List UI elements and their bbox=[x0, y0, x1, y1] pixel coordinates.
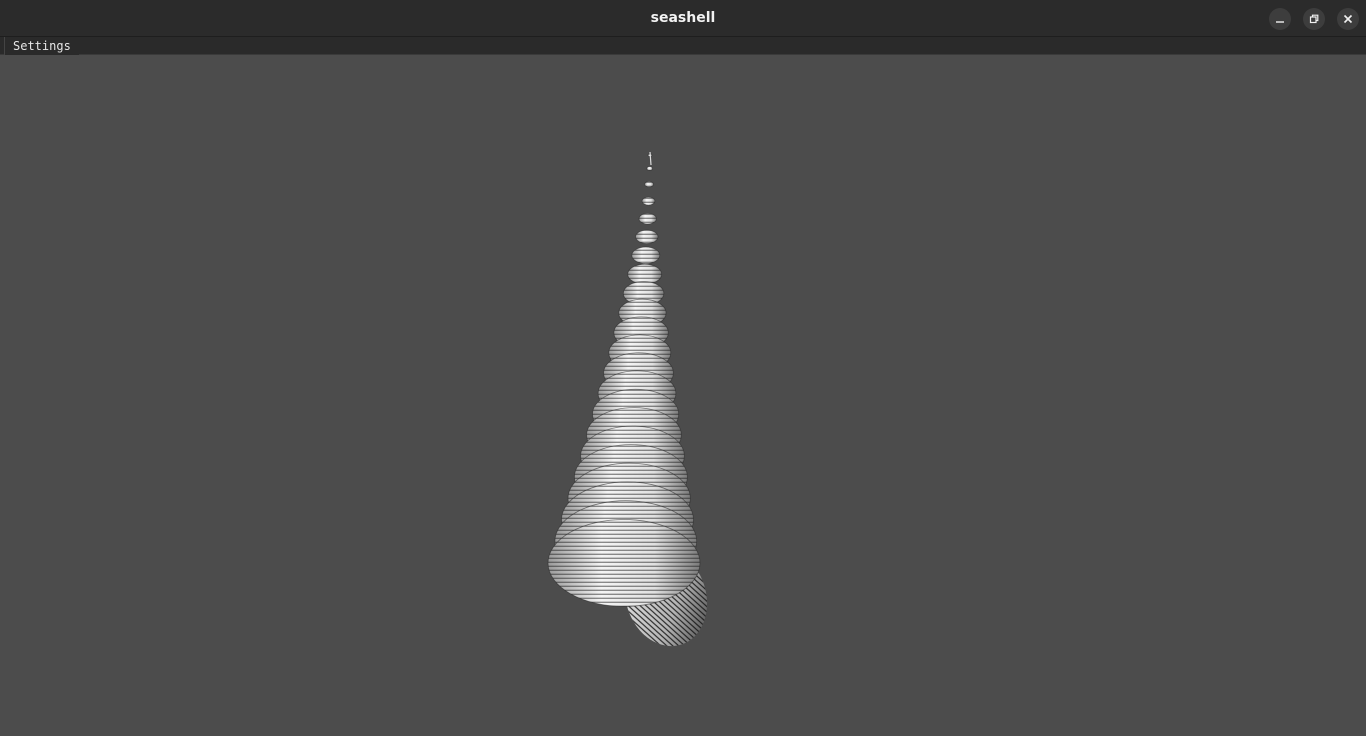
maximize-button[interactable] bbox=[1303, 8, 1325, 30]
menu-settings[interactable]: Settings bbox=[4, 37, 79, 55]
shell-whorl-ridges bbox=[548, 519, 700, 607]
close-button[interactable] bbox=[1337, 8, 1359, 30]
title-bar[interactable]: seashell bbox=[0, 0, 1366, 37]
seashell-model bbox=[547, 151, 708, 647]
close-icon bbox=[1343, 14, 1353, 24]
minimize-icon bbox=[1276, 21, 1284, 23]
menu-bar: Settings bbox=[0, 37, 1366, 55]
render-viewport[interactable] bbox=[0, 55, 1366, 736]
restore-icon bbox=[1309, 14, 1319, 24]
window-title: seashell bbox=[650, 10, 716, 26]
minimize-button[interactable] bbox=[1269, 8, 1291, 30]
